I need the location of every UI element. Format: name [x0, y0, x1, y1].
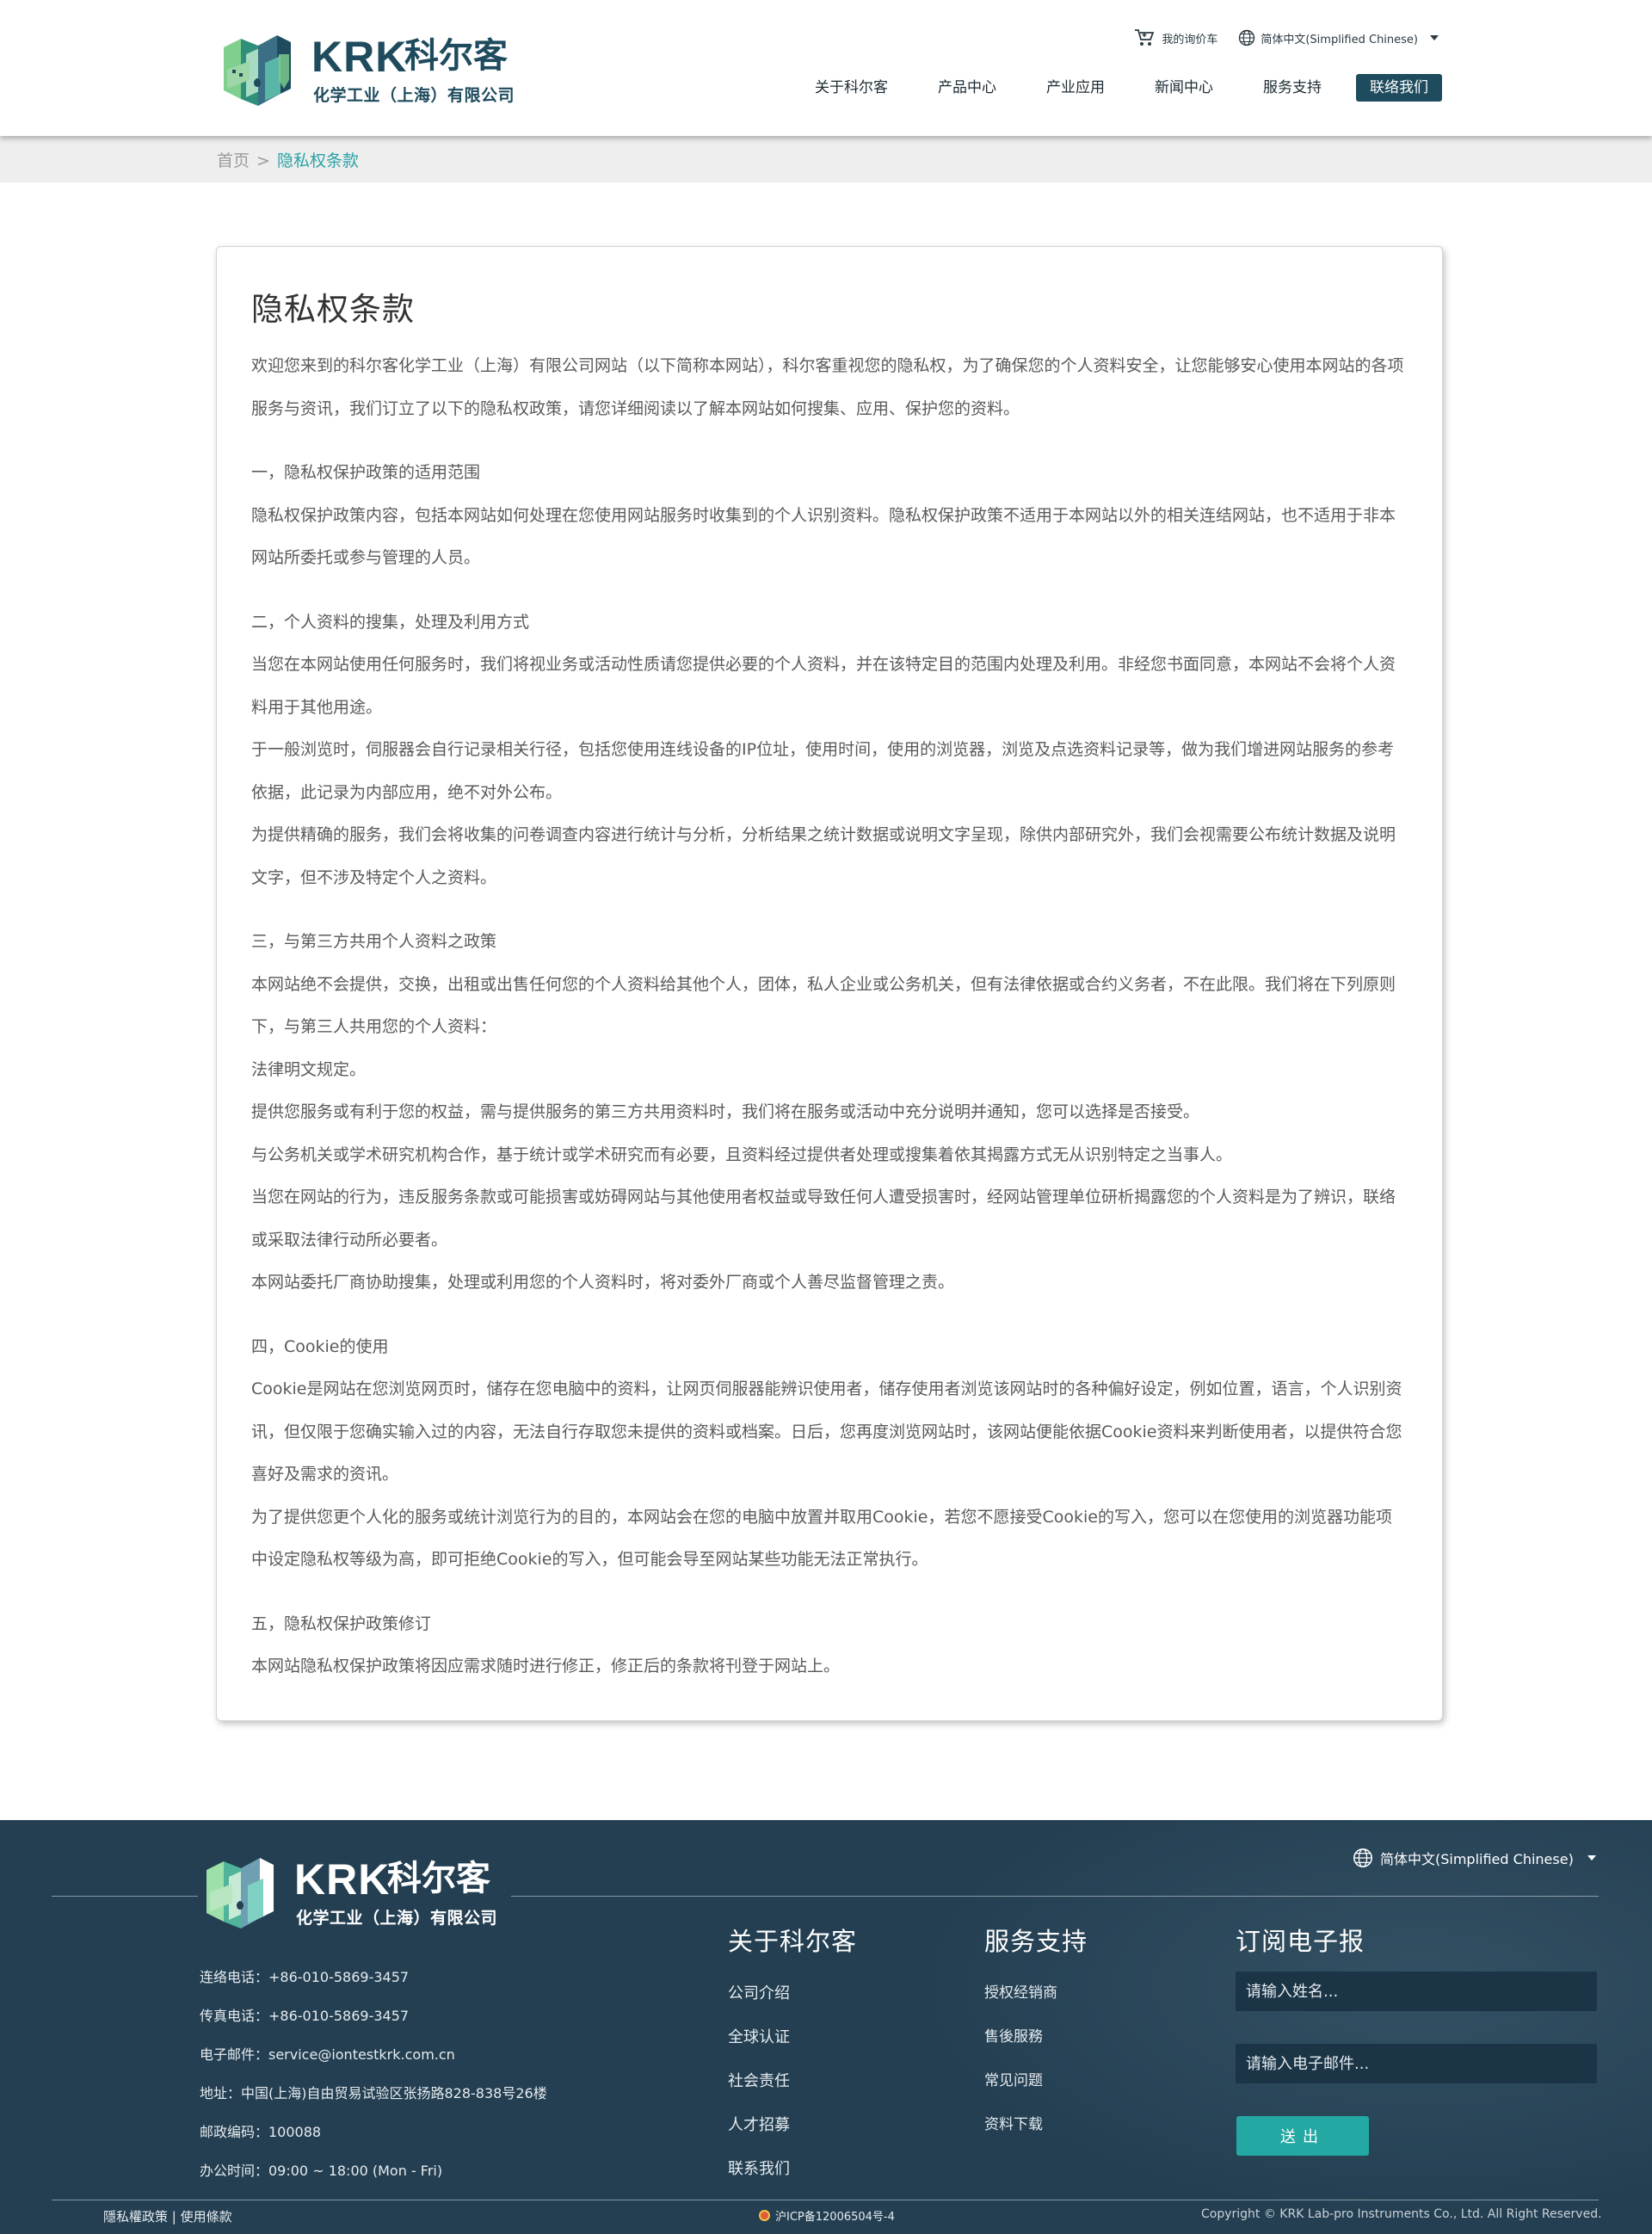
footer-about-title: 关于科尔客: [728, 1927, 858, 1956]
section-heading: 一，隐私权保护政策的适用范围: [251, 463, 481, 482]
section-paragraph: 本网站隐私权保护政策将因应需求随时进行修正，修正后的条款将刊登于网站上。: [251, 1657, 841, 1676]
footer-service-title: 服务支持: [984, 1927, 1088, 1956]
breadcrumb-home-link[interactable]: 首页: [217, 151, 250, 170]
section-heading: 五，隐私权保护政策修订: [251, 1614, 432, 1633]
breadcrumb-separator: >: [256, 151, 270, 170]
site-logo[interactable]: KRK 科尔客 化学工业（上海）有限公司: [215, 28, 525, 110]
footer-newsletter: 订阅电子报 送出: [1236, 1922, 1597, 2156]
inquiry-cart-link[interactable]: 我的询价车: [1134, 28, 1217, 47]
section-paragraph: 法律明文规定。: [251, 1059, 367, 1079]
section-paragraph: 本网站委托厂商协助搜集，处理或利用您的个人资料时，将对委外厂商或个人善尽监督管理…: [251, 1273, 955, 1292]
footer-divider: [52, 1896, 198, 1897]
intro-paragraph: 欢迎您来到的科尔客化学工业（上海）有限公司网站（以下简称本网站），科尔客重视您的…: [251, 356, 1404, 418]
nav-item-support[interactable]: 服务支持: [1263, 74, 1322, 102]
main-nav: 关于科尔客 产品中心 产业应用 新闻中心 服务支持 联络我们: [815, 74, 1442, 102]
logo-text-cn: 科尔客: [387, 1859, 490, 1898]
footer-fax: 传真电话：+86-010-5869-3457: [200, 2008, 410, 2024]
newsletter-name-input[interactable]: [1236, 1972, 1597, 2011]
newsletter-email-input[interactable]: [1236, 2044, 1597, 2083]
privacy-content-card: 隐私权条款 欢迎您来到的科尔客化学工业（上海）有限公司网站（以下简称本网站），科…: [216, 246, 1443, 1721]
section-heading: 三，与第三方共用个人资料之政策: [251, 932, 497, 951]
footer-language-label: 简体中文(Simplified Chinese): [1380, 1851, 1574, 1867]
breadcrumb: 首页 > 隐私权条款: [217, 148, 359, 171]
nav-item-applications[interactable]: 产业应用: [1046, 74, 1105, 102]
newsletter-submit-button[interactable]: 送出: [1236, 2116, 1369, 2156]
globe-icon: [1239, 29, 1255, 46]
chevron-down-icon: [1430, 35, 1439, 40]
footer-address: 地址：中国(上海)自由贸易试验区张扬路828-838号26楼: [200, 2085, 547, 2101]
section-paragraph: 为提供精确的服务，我们会将收集的问卷调查内容进行统计与分析，分析结果之统计数据或…: [251, 825, 1396, 887]
chevron-down-icon: [1587, 1855, 1596, 1861]
language-selector[interactable]: 简体中文(Simplified Chinese): [1238, 29, 1439, 46]
breadcrumb-bar: 首页 > 隐私权条款: [0, 136, 1652, 182]
footer-logo[interactable]: KRK 科尔客 化学工业（上海）有限公司: [198, 1851, 511, 1933]
footer-policy-links[interactable]: 隱私權政策 | 使用條款: [103, 2207, 232, 2225]
section-paragraph: Cookie是网站在您浏览网页时，储存在您电脑中的资料，让网页伺服器能辨识使用者…: [251, 1379, 1402, 1484]
footer-link-certification[interactable]: 全球认证: [728, 2015, 857, 2059]
globe-icon: [1353, 1848, 1372, 1867]
footer-office-hours: 办公时间：09:00 ~ 18:00 (Mon - Fri): [200, 2163, 443, 2179]
section-paragraph: 隐私权保护政策内容，包括本网站如何处理在您使用网站服务时收集到的个人识别资料。隐…: [251, 505, 1396, 568]
footer-email[interactable]: 电子邮件：service@iontestkrk.com.cn: [200, 2035, 547, 2074]
footer-link-after-sales[interactable]: 售後服務: [984, 2015, 1088, 2059]
section-paragraph: 提供您服务或有利于您的权益，需与提供服务的第三方共用资料时，我们将在服务或活动中…: [251, 1102, 1200, 1121]
cart-icon: [1135, 29, 1155, 46]
site-header: KRK 科尔客 化学工业（上海）有限公司 我的询价车 简体中文(Simplifi…: [0, 0, 1652, 136]
section-paragraph: 当您在本网站使用任何服务时，我们将视业务或活动性质请您提供必要的个人资料，并在该…: [251, 655, 1396, 717]
breadcrumb-current: 隐私权条款: [276, 151, 359, 170]
section-paragraph: 为了提供您更个人化的服务或统计浏览行为的目的，本网站会在您的电脑中放置并取用Co…: [251, 1507, 1392, 1570]
footer-postcode: 邮政编码：100088: [200, 2124, 322, 2140]
footer-copyright: Copyright © KRK Lab-pro Instruments Co.,…: [1201, 2207, 1602, 2221]
footer-link-responsibility[interactable]: 社会责任: [728, 2059, 857, 2103]
footer-link-downloads[interactable]: 资料下载: [984, 2103, 1088, 2147]
logo-subtitle: 化学工业（上海）有限公司: [296, 1909, 498, 1928]
nav-item-products[interactable]: 产品中心: [938, 74, 996, 102]
section-paragraph: 本网站绝不会提供，交换，出租或出售任何您的个人资料给其他个人，团体，私人企业或公…: [251, 974, 1396, 1037]
footer-link-careers[interactable]: 人才招募: [728, 2103, 857, 2147]
footer-contact-info: 连络电话：+86-010-5869-3457 传真电话：+86-010-5869…: [200, 1958, 547, 2190]
section-paragraph: 于一般浏览时，伺服器会自行记录相关行径，包括您使用连线设备的IP位址，使用时间，…: [251, 740, 1395, 802]
footer-link-contact[interactable]: 联系我们: [728, 2147, 857, 2191]
site-footer: KRK 科尔客 化学工业（上海）有限公司 简体中文(Simplified Chi…: [0, 1820, 1652, 2234]
footer-phone: 连络电话：+86-010-5869-3457: [200, 1969, 410, 1985]
footer-service-column: 服务支持 授权经销商 售後服務 常见问题 资料下载: [984, 1922, 1088, 2147]
logo-mark-icon: [206, 1858, 274, 1929]
cart-label: 我的询价车: [1162, 33, 1218, 46]
footer-link-company[interactable]: 公司介绍: [728, 1972, 857, 2015]
newsletter-title: 订阅电子报: [1236, 1927, 1365, 1956]
footer-language-selector[interactable]: 简体中文(Simplified Chinese): [1353, 1848, 1596, 1868]
footer-divider: [511, 1896, 1599, 1897]
section-paragraph: 与公务机关或学术研究机构合作，基于统计或学术研究而有必要，且资料经过提供者处理或…: [251, 1145, 1233, 1164]
logo-mark-icon: [224, 35, 291, 106]
page-title: 隐私权条款: [251, 291, 415, 328]
section-heading: 四，Cookie的使用: [251, 1336, 389, 1356]
nav-item-contact-button[interactable]: 联络我们: [1356, 74, 1442, 102]
footer-icp[interactable]: 沪ICP备12006504号-4: [759, 2207, 895, 2224]
icp-label: 沪ICP备12006504号-4: [775, 2211, 895, 2224]
footer-link-dealers[interactable]: 授权经销商: [984, 1972, 1088, 2015]
footer-about-column: 关于科尔客 公司介绍 全球认证 社会责任 人才招募 联系我们: [728, 1922, 857, 2191]
police-badge-icon: [759, 2210, 770, 2221]
logo-subtitle: 化学工业（上海）有限公司: [313, 86, 515, 105]
section-paragraph: 当您在网站的行为，违反服务条款或可能损害或妨碍网站与其他使用者权益或导致任何人遭…: [251, 1188, 1396, 1250]
logo-text-cn: 科尔客: [404, 36, 508, 76]
footer-link-faq[interactable]: 常见问题: [984, 2059, 1088, 2103]
language-label: 简体中文(Simplified Chinese): [1261, 33, 1418, 46]
top-utility-bar: 我的询价车 简体中文(Simplified Chinese): [1134, 28, 1439, 47]
nav-item-news[interactable]: 新闻中心: [1155, 74, 1213, 102]
section-heading: 二，个人资料的搜集，处理及利用方式: [251, 612, 530, 632]
logo-text-en: KRK: [311, 33, 408, 81]
nav-item-about[interactable]: 关于科尔客: [815, 74, 888, 102]
logo-text-en: KRK: [294, 1855, 391, 1904]
